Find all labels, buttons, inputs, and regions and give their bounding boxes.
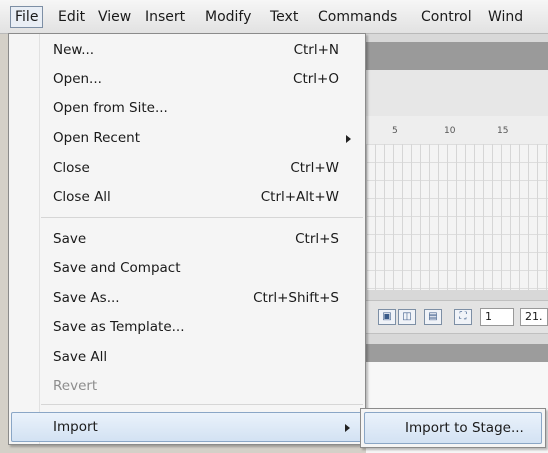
ruler-tick: 15 (497, 126, 509, 136)
menu-item-label: Save As... (53, 290, 120, 306)
menu-item-open-recent[interactable]: Open Recent (11, 125, 363, 153)
timeline-toolbar: ▣ ◫ ▤ ⛶ 1 21. (366, 300, 548, 334)
menu-item-revert: Revert (11, 373, 363, 401)
menu-item-label: Save All (53, 349, 108, 365)
menu-item-label: Open... (53, 71, 102, 87)
timeline-ruler: 5 10 15 (366, 116, 548, 145)
menu-separator (41, 217, 363, 218)
menu-item-label: Save and Compact (53, 260, 181, 276)
menu-item-shortcut: Ctrl+Shift+S (253, 290, 339, 306)
menu-modify[interactable]: Modify (201, 6, 255, 28)
menu-item-shortcut: Ctrl+S (295, 231, 339, 247)
menu-window[interactable]: Wind (484, 6, 527, 28)
edit-frames-icon[interactable]: ⛶ (454, 309, 472, 325)
onion-outline-icon[interactable]: ▤ (424, 309, 442, 325)
timeline-band (366, 70, 548, 117)
menu-item-label: Close (53, 160, 90, 176)
ruler-tick: 5 (392, 126, 398, 136)
onion-skin-icon[interactable]: ◫ (398, 309, 416, 325)
menu-item-label: Save (53, 231, 87, 247)
current-frame-field[interactable]: 1 (480, 308, 514, 326)
menu-file[interactable]: File (10, 6, 44, 28)
frame-rate-field[interactable]: 21. (520, 308, 548, 326)
menu-item-save-and-compact[interactable]: Save and Compact (11, 255, 363, 283)
menu-item-label: Open from Site... (53, 100, 168, 116)
stage-divider (366, 344, 548, 362)
menu-item-shortcut: Ctrl+N (293, 42, 339, 58)
menu-item-close[interactable]: Close Ctrl+W (11, 155, 363, 183)
menu-text[interactable]: Text (266, 6, 302, 28)
menu-item-import[interactable]: Import (11, 412, 363, 442)
menu-item-import-to-stage[interactable]: Import to Stage... (364, 412, 542, 444)
menu-bar: File Edit View Insert Modify Text Comman… (0, 0, 548, 34)
menu-item-label: Close All (53, 189, 111, 205)
menu-item-label: Import to Stage... (405, 420, 524, 436)
menu-item-save-all[interactable]: Save All (11, 344, 363, 372)
menu-item-shortcut: Ctrl+W (290, 160, 339, 176)
menu-control[interactable]: Control (417, 6, 476, 28)
menu-item-shortcut: Ctrl+Alt+W (260, 189, 339, 205)
ruler-tick: 10 (444, 126, 456, 136)
submenu-arrow-icon (345, 424, 350, 432)
menu-item-label: New... (53, 42, 95, 58)
menu-item-save-as-template[interactable]: Save as Template... (11, 314, 363, 342)
menu-item-label: Import (53, 419, 98, 435)
menu-item-close-all[interactable]: Close All Ctrl+Alt+W (11, 184, 363, 212)
menu-edit[interactable]: Edit (54, 6, 89, 28)
menu-item-open-from-site[interactable]: Open from Site... (11, 95, 363, 123)
menu-item-new[interactable]: New... Ctrl+N (11, 37, 363, 65)
menu-view[interactable]: View (94, 6, 135, 28)
menu-item-label: Open Recent (53, 130, 141, 146)
menu-item-open[interactable]: Open... Ctrl+O (11, 66, 363, 94)
center-frame-icon[interactable]: ▣ (378, 309, 396, 325)
file-menu-dropdown: New... Ctrl+N Open... Ctrl+O Open from S… (8, 33, 366, 445)
menu-insert[interactable]: Insert (141, 6, 189, 28)
submenu-arrow-icon (346, 135, 351, 143)
menu-item-save-as[interactable]: Save As... Ctrl+Shift+S (11, 285, 363, 313)
menu-commands[interactable]: Commands (314, 6, 401, 28)
menu-separator (41, 404, 363, 405)
menu-item-label: Revert (53, 378, 98, 394)
menu-item-save[interactable]: Save Ctrl+S (11, 226, 363, 254)
timeline-header (366, 42, 548, 70)
menu-item-shortcut: Ctrl+O (293, 71, 339, 87)
timeline-frames[interactable] (366, 144, 548, 290)
import-submenu: Import to Stage... (360, 408, 546, 448)
menu-item-label: Save as Template... (53, 319, 185, 335)
